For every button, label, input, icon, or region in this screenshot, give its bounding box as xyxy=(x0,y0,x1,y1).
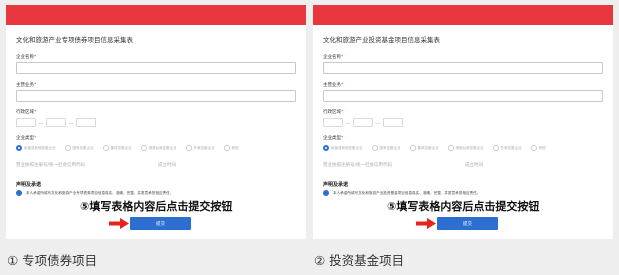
form-title: 文化和旅游产业投资基金项目信息采集表 xyxy=(323,36,440,44)
region-separator: — xyxy=(68,120,74,127)
company-type-option[interactable]: 私营或其他控股企业 xyxy=(16,145,56,151)
company-type-group: 私营或其他控股企业 国有控股企业 集体控股企业 港澳台商控股企业 外商控股企业 … xyxy=(323,145,555,151)
company-name-label: 企业名称* xyxy=(323,55,344,60)
company-type-option[interactable]: 外商控股企业 xyxy=(185,145,215,151)
radio-icon xyxy=(140,145,147,151)
established-date-label: 成立时间 xyxy=(158,163,176,168)
radio-icon xyxy=(447,145,454,151)
company-type-option[interactable]: 私营或其他控股企业 xyxy=(323,145,363,151)
region-city-select[interactable] xyxy=(353,118,373,127)
region-district-select[interactable] xyxy=(383,118,403,127)
company-type-label: 企业类型* xyxy=(16,136,37,141)
radio-icon xyxy=(492,145,499,151)
main-business-input[interactable] xyxy=(16,90,296,102)
declaration-title: 声明及承诺 xyxy=(16,182,42,188)
company-type-option[interactable]: 港澳台商控股企业 xyxy=(140,145,177,151)
red-arrow-icon xyxy=(416,218,436,229)
agreement-text: 本人承诺所填写文化和旅游产业投资基金项目信息真实、准确、完整，并愿意承担相应责任… xyxy=(333,190,481,195)
region-label: 行政区域* xyxy=(16,110,37,115)
region-separator: — xyxy=(38,120,44,127)
company-type-option[interactable]: 其他 xyxy=(530,145,546,151)
caption-fund-project: ② 投资基金项目 xyxy=(314,253,405,268)
company-type-group: 私营或其他控股企业 国有控股企业 集体控股企业 港澳台商控股企业 外商控股企业 … xyxy=(16,145,248,151)
radio-selected-icon xyxy=(16,145,22,151)
radio-icon xyxy=(223,145,230,151)
credit-code-label: 营业执照注册号/统一社会信用代码 xyxy=(323,163,393,168)
radio-icon xyxy=(371,145,378,151)
header-bar xyxy=(6,5,306,25)
company-type-option[interactable]: 集体控股企业 xyxy=(102,145,132,151)
radio-selected-icon xyxy=(323,145,329,151)
region-province-select[interactable] xyxy=(323,118,343,127)
company-name-input[interactable] xyxy=(323,62,603,74)
main-business-label: 主营业务* xyxy=(323,83,344,88)
form-panel-bond: 文化和旅游产业专项债券项目信息采集表 企业名称* 主营业务* 行政区域* — —… xyxy=(6,5,306,239)
company-type-option[interactable]: 港澳台商控股企业 xyxy=(447,145,484,151)
company-type-label: 企业类型* xyxy=(323,136,344,141)
region-province-select[interactable] xyxy=(16,118,36,127)
agreement-row[interactable]: 本人承诺所填写文化和旅游产业专项债券项目信息真实、准确、完整，并愿意承担相应责任… xyxy=(16,190,173,196)
company-type-option[interactable]: 外商控股企业 xyxy=(492,145,522,151)
radio-icon xyxy=(64,145,71,151)
header-bar xyxy=(313,5,613,25)
submit-button[interactable]: 提交 xyxy=(437,217,498,230)
region-label: 行政区域* xyxy=(323,110,344,115)
form-panel-fund: 文化和旅游产业投资基金项目信息采集表 企业名称* 主营业务* 行政区域* — —… xyxy=(313,5,613,239)
region-city-select[interactable] xyxy=(46,118,66,127)
agreement-checked-icon[interactable] xyxy=(323,190,329,196)
company-type-option[interactable]: 其他 xyxy=(223,145,239,151)
instruction-annotation: ⑤填写表格内容后点击提交按钮 xyxy=(387,200,540,213)
region-district-select[interactable] xyxy=(76,118,96,127)
region-separator: — xyxy=(375,120,381,127)
red-arrow-icon xyxy=(109,218,129,229)
agreement-checked-icon[interactable] xyxy=(16,190,22,196)
form-title: 文化和旅游产业专项债券项目信息采集表 xyxy=(16,36,133,44)
declaration-title: 声明及承诺 xyxy=(323,182,349,188)
radio-icon xyxy=(185,145,192,151)
instruction-annotation: ⑤填写表格内容后点击提交按钮 xyxy=(80,200,233,213)
company-type-option[interactable]: 国有控股企业 xyxy=(371,145,401,151)
agreement-row[interactable]: 本人承诺所填写文化和旅游产业投资基金项目信息真实、准确、完整，并愿意承担相应责任… xyxy=(323,190,480,196)
radio-icon xyxy=(102,145,109,151)
established-date-label: 成立时间 xyxy=(465,163,483,168)
agreement-text: 本人承诺所填写文化和旅游产业专项债券项目信息真实、准确、完整，并愿意承担相应责任… xyxy=(26,190,174,195)
company-type-option[interactable]: 国有控股企业 xyxy=(64,145,94,151)
main-business-label: 主营业务* xyxy=(16,83,37,88)
credit-code-label: 营业执照注册号/统一社会信用代码 xyxy=(16,163,86,168)
caption-bond-project: ① 专项债券项目 xyxy=(7,253,98,268)
company-name-label: 企业名称* xyxy=(16,55,37,60)
main-business-input[interactable] xyxy=(323,90,603,102)
company-name-input[interactable] xyxy=(16,62,296,74)
region-separator: — xyxy=(345,120,351,127)
radio-icon xyxy=(409,145,416,151)
submit-button[interactable]: 提交 xyxy=(130,217,191,230)
company-type-option[interactable]: 集体控股企业 xyxy=(409,145,439,151)
radio-icon xyxy=(530,145,537,151)
